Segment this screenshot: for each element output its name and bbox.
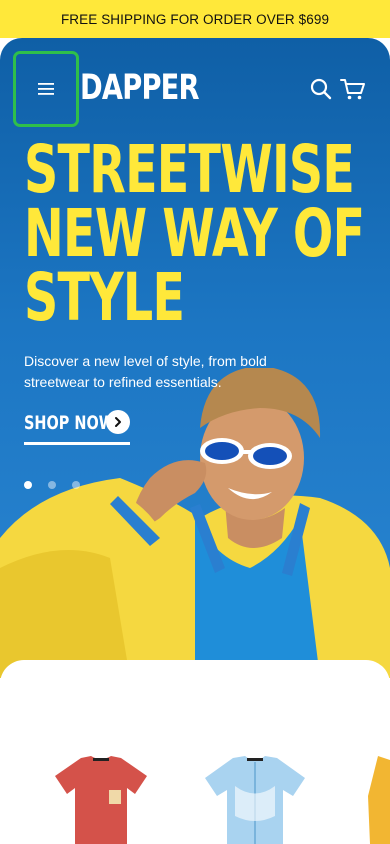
menu-button[interactable] [13, 51, 79, 127]
hamburger-menu-icon [38, 83, 54, 95]
brand-logo[interactable]: DAPPER [80, 68, 200, 108]
hero-subtext: Discover a new level of style, from bold… [24, 353, 267, 390]
carousel-dot-2[interactable] [48, 481, 56, 489]
headline-line-2: NEW WAY OF [24, 195, 365, 272]
carousel-dot-3[interactable] [72, 481, 80, 489]
search-icon[interactable] [309, 77, 333, 101]
hero-section: DAPPER STREETWISE NEW WAY OF STYLE Disco… [0, 38, 390, 678]
carousel-dots [24, 481, 80, 489]
announcement-bar: FREE SHIPPING FOR ORDER OVER $699 [0, 0, 390, 38]
hero-headline: STREETWISE NEW WAY OF STYLE [24, 131, 365, 336]
headline-line-1: STREETWISE [24, 131, 355, 208]
cart-icon[interactable] [340, 77, 366, 101]
carousel-dot-1[interactable] [24, 481, 32, 489]
product-blue-shirt[interactable] [205, 756, 305, 844]
chevron-right-icon [106, 410, 130, 434]
shop-now-label: SHOP NOW [24, 412, 115, 434]
product-carousel [0, 660, 390, 844]
headline-line-3: STYLE [24, 259, 185, 336]
product-yellow-jacket[interactable] [364, 756, 390, 844]
product-red-tee[interactable] [55, 756, 147, 844]
announcement-text: FREE SHIPPING FOR ORDER OVER $699 [60, 11, 330, 27]
shop-now-button[interactable]: SHOP NOW [24, 408, 130, 445]
